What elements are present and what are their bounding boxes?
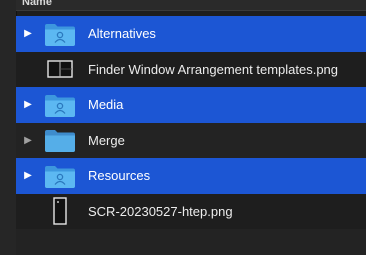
list-item-finder-window-arrangement[interactable]: Finder Window Arrangement templates.png <box>16 51 366 88</box>
image-file-icon <box>40 52 80 88</box>
file-name: Alternatives <box>88 26 156 42</box>
finder-list-view: Name ▶ Alternatives Finder Window Arrang… <box>0 0 366 255</box>
list-item-media[interactable]: ▶ Media <box>16 87 366 123</box>
list-item-alternatives[interactable]: ▶ Alternatives <box>16 16 366 52</box>
column-header-bar[interactable]: Name <box>16 0 366 11</box>
disclosure-triangle-icon[interactable]: ▶ <box>16 158 40 194</box>
list-item-merge[interactable]: ▶ Merge <box>16 122 366 159</box>
disclosure-triangle-icon[interactable]: ▶ <box>16 123 40 159</box>
folder-icon <box>40 123 80 159</box>
file-name: Media <box>88 97 124 113</box>
file-name: SCR-20230527-htep.png <box>88 203 233 219</box>
list-item-scr-20230527-htep[interactable]: SCR-20230527-htep.png <box>16 193 366 230</box>
folder-icon <box>40 87 80 123</box>
sidebar-edge <box>0 0 17 255</box>
folder-icon <box>40 158 80 194</box>
file-name: Finder Window Arrangement templates.png <box>88 61 339 77</box>
image-file-icon <box>40 194 80 230</box>
disclosure-triangle-icon[interactable]: ▶ <box>16 16 40 52</box>
empty-list-area <box>16 229 366 255</box>
file-name: Merge <box>88 132 125 148</box>
list-item-resources[interactable]: ▶ Resources <box>16 158 366 194</box>
folder-icon <box>40 16 80 52</box>
disclosure-triangle-icon[interactable]: ▶ <box>16 87 40 123</box>
file-list: ▶ Alternatives Finder Window Arrangement… <box>16 16 366 229</box>
name-column-header[interactable]: Name <box>22 0 52 8</box>
file-name: Resources <box>88 168 151 184</box>
